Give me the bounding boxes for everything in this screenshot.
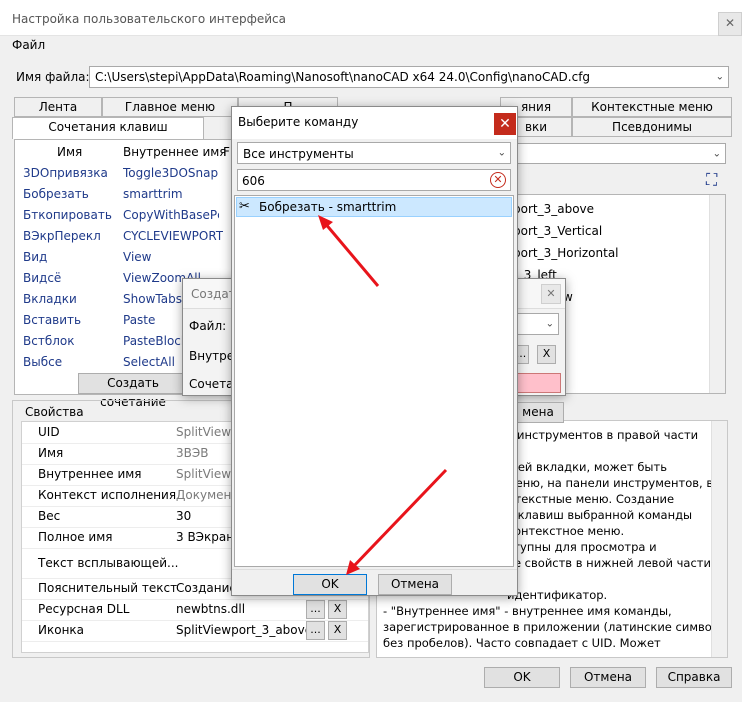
annotation-arrows	[318, 215, 448, 575]
annotation-arrow-1	[322, 221, 380, 287]
annotation-arrow-2	[350, 468, 448, 570]
